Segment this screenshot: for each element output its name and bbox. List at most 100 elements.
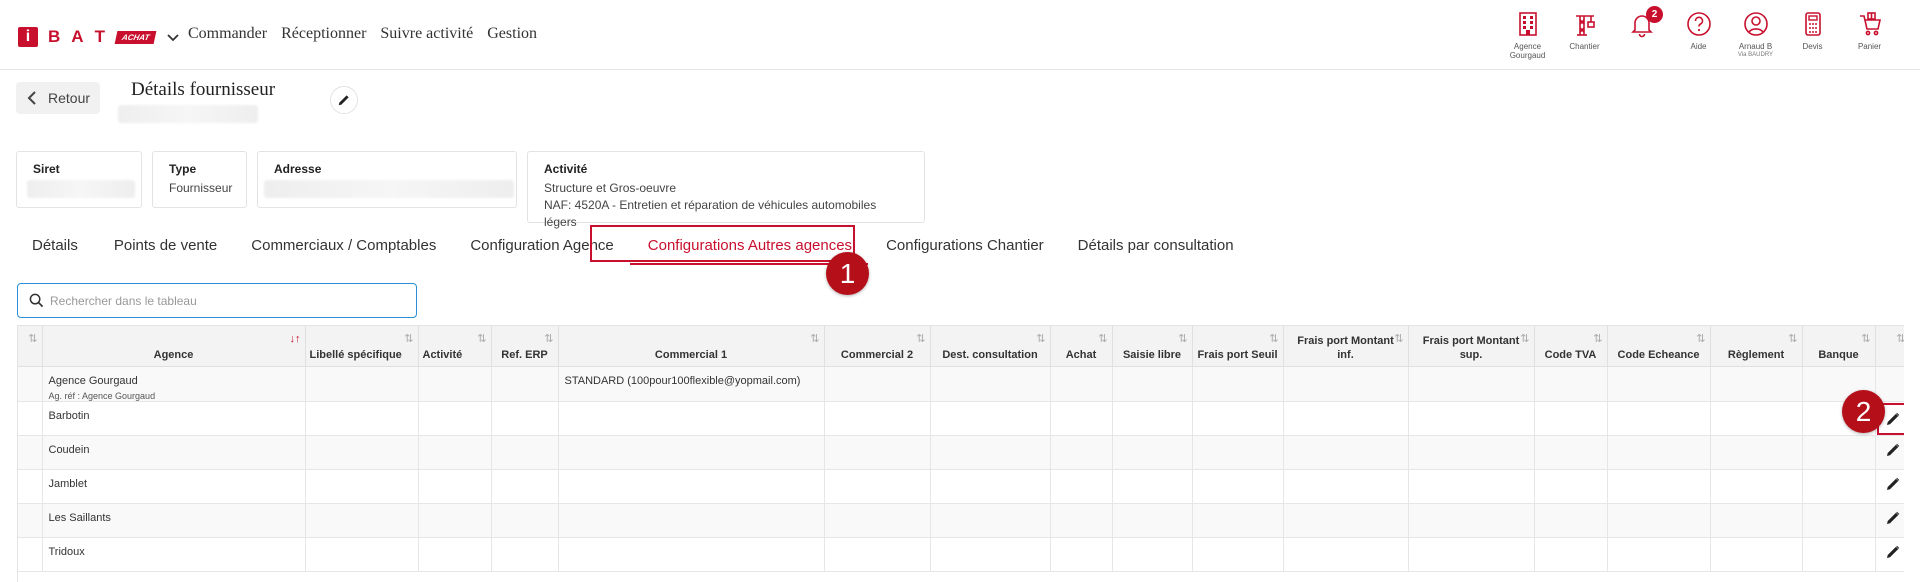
table-cell [305,537,419,572]
sort-icon[interactable]: ⇅ [1520,332,1529,346]
nav-suivre-activite[interactable]: Suivre activité [380,25,473,43]
table-cell [1050,503,1113,538]
table-cell: Coudein [42,435,306,470]
tab-commerciaux-comptables[interactable]: Commerciaux / Comptables [233,225,452,265]
table-cell [18,366,43,402]
column-header[interactable]: Frais port Montant inf. ⇅ [1283,326,1409,367]
column-header[interactable]: Ref. ERP ⇅ [491,326,559,367]
table-cell [18,401,43,436]
devis-button[interactable]: Devis [1784,10,1841,60]
user-button[interactable]: Arnaud B Via BAUDRY [1727,10,1784,60]
edit-row-button[interactable] [1885,477,1901,495]
panier-button[interactable]: Panier [1841,10,1898,60]
step-marker-2: 2 [1842,390,1885,433]
tab-details-par-consultation[interactable]: Détails par consultation [1060,225,1250,265]
table-row: Coudein [18,435,1904,470]
search-input[interactable] [50,293,390,308]
sort-icon[interactable]: ⇅ [28,332,37,346]
column-header[interactable]: Saisie libre ⇅ [1112,326,1193,367]
table-cell [1408,435,1535,470]
table-cell [491,469,559,504]
column-header[interactable]: ⇅ [1875,326,1904,367]
column-header[interactable]: Activité ⇅ [418,326,492,367]
table-cell [824,503,931,538]
chevron-down-icon[interactable] [165,29,181,45]
sort-icon[interactable]: ⇅ [1696,332,1705,346]
edit-row-button[interactable] [1885,511,1901,529]
table-cell [1283,401,1409,436]
column-header-label: Activité [422,348,463,361]
table-cell [18,469,43,504]
cart-icon [1859,12,1881,36]
help-icon [1686,12,1711,36]
sort-icon[interactable]: ⇅ [404,332,413,346]
pencil-icon [1886,511,1899,524]
table-cell [1875,435,1904,470]
edit-row-button[interactable] [1885,443,1901,461]
table-cell [305,435,419,470]
nav-receptionner[interactable]: Réceptionner [281,25,366,43]
redacted-adresse [264,180,514,198]
column-header[interactable]: Règlement ⇅ [1710,326,1803,367]
table-row: Barbotin [18,401,1904,436]
column-header[interactable]: Code Echeance ⇅ [1607,326,1711,367]
sort-icon[interactable]: ⇅ [1098,332,1107,346]
redacted-supplier-name [118,105,258,123]
edit-row-button[interactable] [1885,545,1901,563]
sort-icon[interactable]: ⇅ [1269,332,1278,346]
column-header[interactable]: Achat ⇅ [1050,326,1113,367]
pencil-icon [1886,545,1899,558]
sort-icon[interactable]: ⇅ [544,332,553,346]
table-cell [1112,366,1193,402]
sort-icon[interactable]: ⇅ [1896,332,1904,346]
tab-configurations-chantier[interactable]: Configurations Chantier [868,225,1060,265]
column-header[interactable]: Frais port Montant sup. ⇅ [1408,326,1535,367]
sort-icon[interactable]: ⇅ [1036,332,1045,346]
column-header[interactable]: Banque ⇅ [1802,326,1876,367]
sort-icon[interactable]: ⇅ [1593,332,1602,346]
agence-name: Barbotin [48,409,90,422]
tab-points-de-vente[interactable]: Points de vente [94,225,233,265]
aide-button[interactable]: Aide [1670,10,1727,60]
table-cell [1283,435,1409,470]
ibat-logo[interactable]: i B A T ACHAT [18,27,181,47]
agence-button[interactable]: Agence Gourgaud [1499,10,1556,60]
pencil-icon [338,95,349,106]
back-button[interactable]: Retour [16,82,100,114]
table-cell [1607,366,1711,402]
column-header[interactable]: Commercial 2 ⇅ [824,326,931,367]
sort-icon[interactable]: ⇅ [916,332,925,346]
column-header[interactable]: Dest. consultation ⇅ [930,326,1051,367]
sort-icon[interactable]: ⇅ [1788,332,1797,346]
column-header[interactable]: Frais port Seuil ⇅ [1192,326,1284,367]
column-header[interactable]: Commercial 1 ⇅ [558,326,825,367]
table-cell [930,366,1051,402]
sort-icon[interactable]: ⇅ [477,332,486,346]
logo-letter-t: T [94,27,106,46]
column-header-label: Libellé spécifique [309,348,402,361]
sort-icon[interactable]: ⇅ [1861,332,1870,346]
table-cell [18,537,43,572]
user-label: Arnaud B [1738,42,1773,51]
edit-supplier-button[interactable] [330,86,358,114]
notifications-button[interactable]: 2 [1613,6,1670,60]
agence-name: Les Saillants [48,511,111,524]
column-header[interactable]: Agence ↓↑ [42,326,306,367]
chantier-button[interactable]: Chantier [1556,10,1613,60]
column-header[interactable]: Libellé spécifique ⇅ [305,326,419,367]
pencil-icon [1886,443,1899,456]
nav-commander[interactable]: Commander [188,25,267,43]
tab-details[interactable]: Détails [16,225,94,265]
table-cell: Barbotin [42,401,306,436]
user-sub: Via BAUDRY [1737,52,1774,58]
sort-icon[interactable]: ⇅ [1394,332,1403,346]
table-cell [418,435,492,470]
table-cell [558,469,825,504]
sort-icon[interactable]: ⇅ [1178,332,1187,346]
crane-icon [1575,15,1595,36]
column-header[interactable]: ⇅ [18,326,43,367]
sort-icon[interactable]: ↓↑ [290,332,301,346]
nav-gestion[interactable]: Gestion [487,25,537,43]
sort-icon[interactable]: ⇅ [810,332,819,346]
column-header[interactable]: Code TVA ⇅ [1534,326,1608,367]
